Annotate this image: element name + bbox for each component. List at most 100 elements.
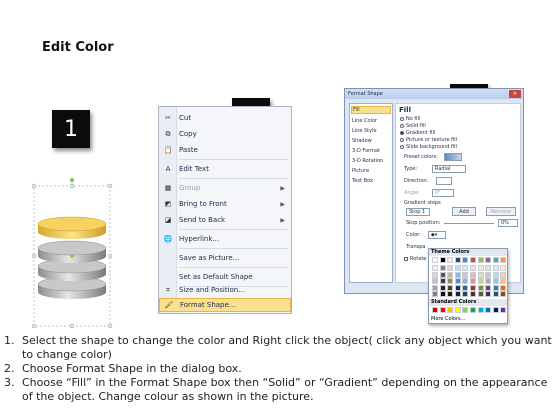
theme-tint-swatch[interactable]: [439, 291, 446, 298]
theme-tint-swatch[interactable]: [477, 291, 484, 298]
theme-tint-swatch[interactable]: [432, 271, 438, 278]
theme-tint-swatch[interactable]: [477, 271, 484, 278]
theme-tint-swatch[interactable]: [477, 278, 484, 285]
radio-solid-fill[interactable]: Solid fill: [400, 123, 426, 129]
theme-tint-swatch[interactable]: [454, 284, 461, 291]
theme-tint-swatch[interactable]: [447, 271, 454, 278]
theme-tint-swatch[interactable]: [470, 291, 476, 298]
preset-colors-dropdown[interactable]: [444, 153, 462, 161]
close-icon[interactable]: ✕: [509, 90, 521, 98]
menu-item-paste[interactable]: 📋 Paste: [159, 143, 291, 157]
standard-color-swatch[interactable]: [462, 307, 469, 313]
theme-tint-swatch[interactable]: [492, 271, 499, 278]
category-picture[interactable]: Picture: [352, 168, 369, 174]
radio-no-fill[interactable]: No fill: [400, 116, 420, 122]
menu-item-send-to-back[interactable]: ◪ Send to Back ▶: [159, 213, 291, 227]
menu-item-hyperlink[interactable]: 🌐 Hyperlink...: [159, 232, 291, 246]
theme-tint-swatch[interactable]: [439, 271, 446, 278]
category-shadow[interactable]: Shadow: [352, 138, 372, 144]
category-fill[interactable]: Fill: [351, 106, 391, 114]
stacked-disc-shape[interactable]: [32, 178, 114, 328]
angle-field[interactable]: 0°: [432, 189, 454, 197]
color-dropdown[interactable]: ◆▾: [428, 231, 446, 239]
standard-color-swatch[interactable]: [470, 307, 476, 313]
theme-tint-swatch[interactable]: [439, 265, 446, 271]
type-dropdown[interactable]: Radial: [432, 165, 466, 173]
theme-tint-swatch[interactable]: [470, 284, 476, 291]
theme-tint-swatch[interactable]: [439, 284, 446, 291]
theme-tint-swatch[interactable]: [447, 265, 454, 271]
theme-tint-swatch[interactable]: [500, 265, 507, 271]
standard-color-swatch[interactable]: [477, 307, 484, 313]
menu-item-set-default-shape[interactable]: Set as Default Shape: [159, 270, 291, 284]
theme-tint-swatch[interactable]: [454, 271, 461, 278]
standard-color-swatch[interactable]: [447, 307, 454, 313]
standard-color-swatch[interactable]: [485, 307, 492, 313]
theme-tint-swatch[interactable]: [485, 271, 492, 278]
theme-tint-swatch[interactable]: [470, 278, 476, 285]
theme-color-swatch[interactable]: [470, 257, 476, 263]
theme-tint-swatch[interactable]: [432, 265, 438, 271]
stop-dropdown[interactable]: Stop 1: [406, 208, 430, 216]
theme-color-swatch[interactable]: [432, 257, 438, 263]
category-text-box[interactable]: Text Box: [352, 178, 373, 184]
radio-gradient-fill[interactable]: Gradient fill: [400, 130, 435, 136]
theme-tint-swatch[interactable]: [500, 291, 507, 298]
theme-tint-swatch[interactable]: [462, 291, 469, 298]
stop-position-field[interactable]: 0%: [498, 219, 518, 227]
theme-tint-swatch[interactable]: [462, 278, 469, 285]
menu-item-cut[interactable]: ✂ Cut: [159, 111, 291, 125]
theme-tint-swatch[interactable]: [454, 265, 461, 271]
menu-item-copy[interactable]: ⧉ Copy: [159, 127, 291, 141]
theme-tint-swatch[interactable]: [492, 291, 499, 298]
theme-tint-swatch[interactable]: [447, 284, 454, 291]
theme-tint-swatch[interactable]: [485, 278, 492, 285]
menu-item-edit-text[interactable]: A Edit Text: [159, 162, 291, 176]
theme-tint-swatch[interactable]: [432, 284, 438, 291]
theme-tint-swatch[interactable]: [462, 284, 469, 291]
theme-tint-swatch[interactable]: [500, 271, 507, 278]
radio-slide-background-fill[interactable]: Slide background fill: [400, 144, 457, 150]
theme-tint-swatch[interactable]: [477, 265, 484, 271]
stop-position-slider[interactable]: [444, 223, 494, 224]
rotate-checkbox[interactable]: Rotate: [404, 256, 426, 262]
category-line-style[interactable]: Line Style: [352, 128, 377, 134]
theme-tint-swatch[interactable]: [462, 271, 469, 278]
radio-picture-fill[interactable]: Picture or texture fill: [400, 137, 457, 143]
more-colors-link[interactable]: More Colors...: [431, 316, 465, 322]
theme-color-swatch[interactable]: [477, 257, 484, 263]
theme-tint-swatch[interactable]: [485, 291, 492, 298]
theme-color-swatch[interactable]: [492, 257, 499, 263]
theme-color-swatch[interactable]: [462, 257, 469, 263]
standard-color-swatch[interactable]: [439, 307, 446, 313]
add-stop-button[interactable]: Add: [452, 207, 476, 216]
category-3d-rotation[interactable]: 3-D Rotation: [352, 158, 383, 164]
theme-tint-swatch[interactable]: [500, 284, 507, 291]
theme-tint-swatch[interactable]: [432, 291, 438, 298]
menu-item-save-as-picture[interactable]: Save as Picture...: [159, 251, 291, 265]
theme-tint-swatch[interactable]: [462, 265, 469, 271]
menu-item-group[interactable]: ▦ Group ▶: [159, 181, 291, 195]
theme-tint-swatch[interactable]: [470, 271, 476, 278]
standard-color-swatch[interactable]: [454, 307, 461, 313]
theme-color-swatch[interactable]: [485, 257, 492, 263]
menu-item-size-position[interactable]: ⌗ Size and Position...: [159, 283, 291, 297]
theme-color-swatch[interactable]: [439, 257, 446, 263]
theme-tint-swatch[interactable]: [447, 278, 454, 285]
theme-color-swatch[interactable]: [500, 257, 507, 263]
theme-color-swatch[interactable]: [447, 257, 454, 263]
remove-stop-button[interactable]: Remove: [486, 207, 516, 216]
theme-tint-swatch[interactable]: [485, 284, 492, 291]
theme-tint-swatch[interactable]: [447, 291, 454, 298]
theme-tint-swatch[interactable]: [454, 278, 461, 285]
theme-tint-swatch[interactable]: [454, 291, 461, 298]
theme-tint-swatch[interactable]: [477, 284, 484, 291]
category-3d-format[interactable]: 3-D Format: [352, 148, 380, 154]
standard-color-swatch[interactable]: [500, 307, 507, 313]
theme-tint-swatch[interactable]: [492, 284, 499, 291]
theme-tint-swatch[interactable]: [492, 265, 499, 271]
menu-item-bring-to-front[interactable]: ◩ Bring to Front ▶: [159, 197, 291, 211]
category-line-color[interactable]: Line Color: [352, 118, 377, 124]
theme-color-swatch[interactable]: [454, 257, 461, 263]
standard-color-swatch[interactable]: [432, 307, 438, 313]
